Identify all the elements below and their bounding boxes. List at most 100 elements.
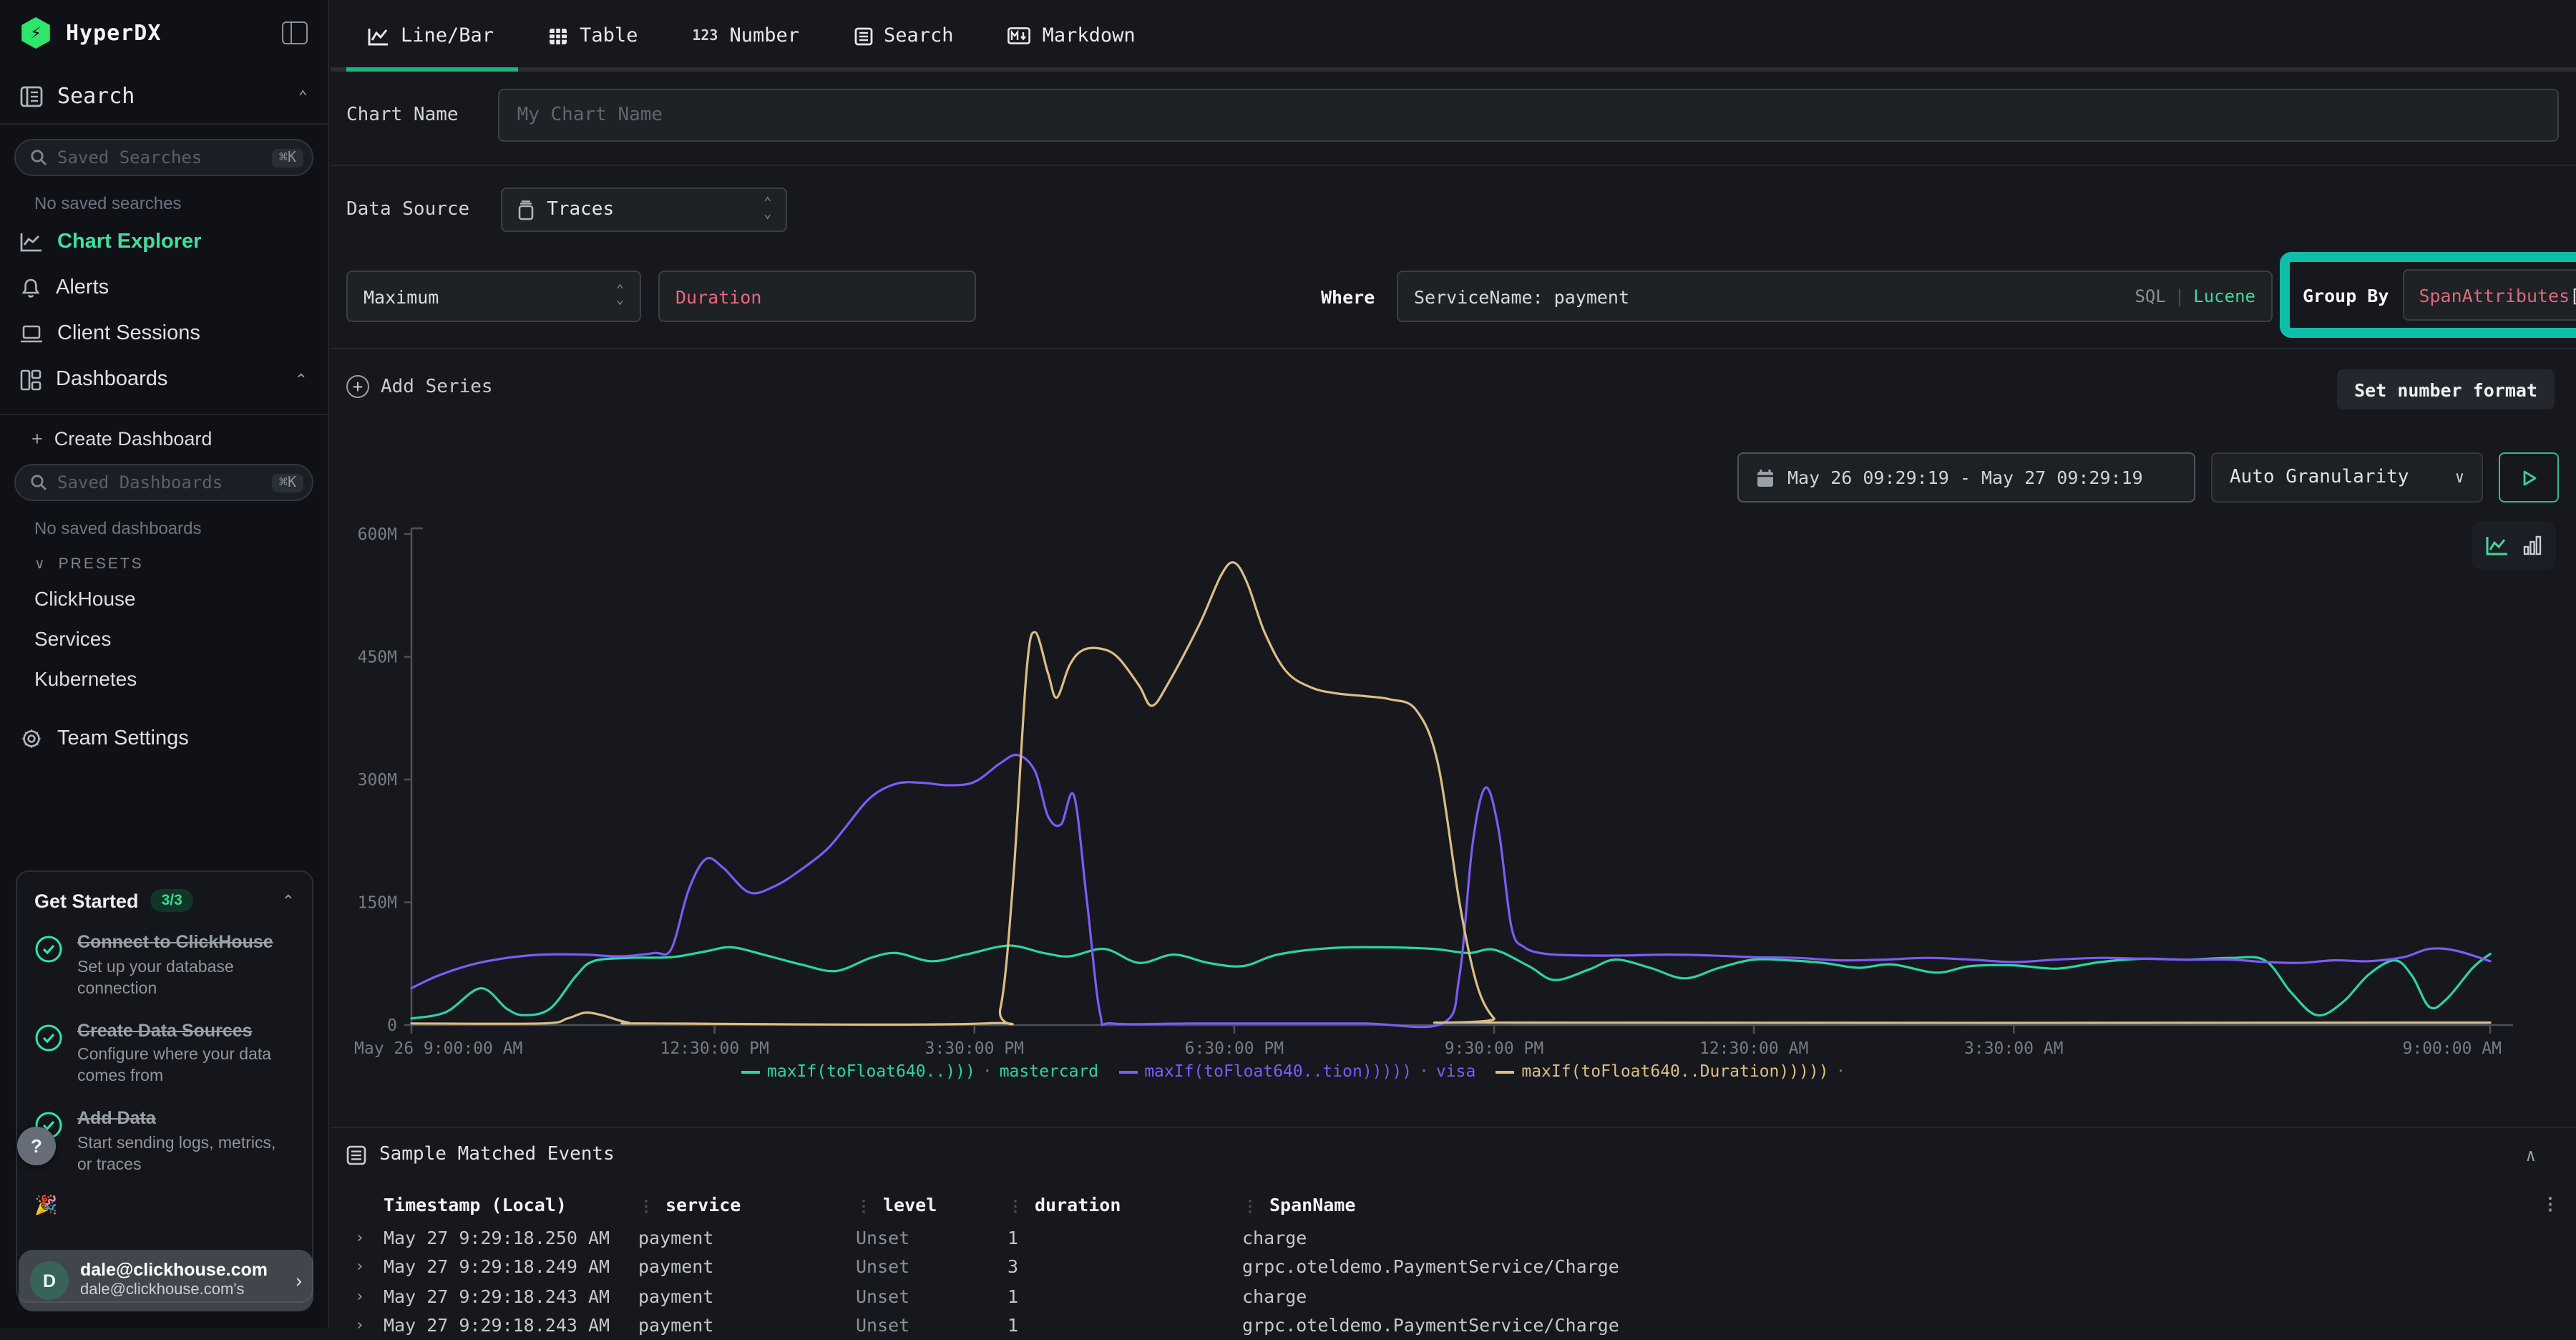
- divider: [331, 348, 2576, 349]
- table-row[interactable]: ›May 27 9:29:18.243 AMpaymentUnset1grpc.…: [346, 1311, 2559, 1340]
- table-row[interactable]: ›May 27 9:29:18.243 AMpaymentUnset1charg…: [346, 1281, 2559, 1311]
- brand-title: HyperDX: [66, 20, 161, 46]
- get-started-title: Get Started: [34, 890, 139, 911]
- svg-text:3:30:00 PM: 3:30:00 PM: [925, 1039, 1024, 1058]
- select-chevrons-icon: ⌃⌄: [616, 286, 624, 307]
- get-started-panel: Get Started 3/3 ⌃ Connect to ClickHouse …: [16, 870, 313, 1303]
- where-label: Where: [1321, 271, 1375, 322]
- table-cell: payment: [638, 1286, 856, 1307]
- data-source-value: Traces: [547, 199, 614, 220]
- preset-services[interactable]: Services: [0, 618, 328, 659]
- chevron-up-icon[interactable]: ⌃: [298, 87, 308, 105]
- user-account-bar[interactable]: D dale@clickhouse.com dale@clickhouse.co…: [19, 1250, 313, 1311]
- tab-table[interactable]: Table: [548, 24, 638, 47]
- get-started-badge: 3/3: [150, 889, 194, 912]
- sidebar-item-team-settings[interactable]: Team Settings: [0, 699, 328, 762]
- get-started-item[interactable]: Add Data Start sending logs, metrics, or…: [34, 1108, 295, 1176]
- search-section-icon: [20, 85, 43, 107]
- data-source-select[interactable]: Traces ⌃⌄: [501, 188, 787, 232]
- collapse-sidebar-icon[interactable]: [282, 21, 308, 44]
- gear-icon: [20, 727, 43, 750]
- column-header[interactable]: Timestamp (Local): [384, 1193, 638, 1215]
- tab-number[interactable]: 123 Number: [692, 24, 799, 47]
- column-header[interactable]: ⋮SpanName: [1242, 1193, 2530, 1215]
- table-cell: May 27 9:29:18.243 AM: [384, 1315, 638, 1336]
- preset-kubernetes[interactable]: Kubernetes: [0, 659, 328, 699]
- get-started-item[interactable]: Create Data Sources Configure where your…: [34, 1020, 295, 1088]
- expand-row-icon[interactable]: ›: [346, 1316, 384, 1335]
- get-started-item-desc: Start sending logs, metrics, or traces: [77, 1133, 295, 1176]
- number-123-icon: 123: [692, 28, 718, 44]
- get-started-item-desc: Set up your database connection: [77, 957, 295, 1000]
- where-input[interactable]: ServiceName: payment SQL|Lucene: [1397, 271, 2273, 322]
- svg-text:0: 0: [387, 1016, 397, 1035]
- tab-line-bar[interactable]: Line/Bar: [368, 24, 494, 47]
- chart-explorer-icon: [20, 232, 43, 252]
- column-header[interactable]: ⋮service: [638, 1193, 856, 1215]
- tab-search[interactable]: Search: [854, 24, 954, 47]
- preset-clickhouse[interactable]: ClickHouse: [0, 578, 328, 618]
- saved-searches-input[interactable]: Saved Searches ⌘K: [14, 139, 313, 176]
- date-range-picker[interactable]: May 26 09:29:19 - May 27 09:29:19: [1737, 452, 2195, 502]
- sidebar-item-dashboards[interactable]: Dashboards ⌃: [0, 356, 328, 402]
- group-by-input[interactable]: SpanAttributes['app.payment.card_type']: [2403, 269, 2576, 321]
- get-started-item-title: Create Data Sources: [77, 1020, 295, 1042]
- tab-markdown[interactable]: Markdown: [1008, 24, 1136, 47]
- get-started-hidden-item: 🎉: [34, 1193, 295, 1216]
- chevron-up-icon[interactable]: ∧: [2526, 1145, 2536, 1165]
- get-started-item[interactable]: Connect to ClickHouse Set up your databa…: [34, 932, 295, 1000]
- legend-item[interactable]: maxIf(toFloat640..)))·mastercard: [741, 1061, 1098, 1081]
- series-line: [411, 563, 2490, 1025]
- bar-chart-toggle-icon[interactable]: [2523, 535, 2542, 555]
- chart-name-label: Chart Name: [346, 105, 459, 126]
- chevron-down-icon: ∨: [2455, 468, 2464, 487]
- expand-row-icon[interactable]: ›: [346, 1228, 384, 1247]
- table-cell: charge: [1242, 1286, 2530, 1307]
- help-button[interactable]: ?: [17, 1127, 56, 1165]
- svg-text:600M: 600M: [358, 525, 397, 544]
- table-cell: grpc.oteldemo.PaymentService/Charge: [1242, 1315, 2530, 1336]
- sidebar-item-label: Dashboards: [56, 368, 167, 391]
- sidebar-item-chart-explorer[interactable]: Chart Explorer: [0, 219, 328, 265]
- table-cell: Unset: [856, 1227, 1008, 1248]
- column-header[interactable]: ⋮duration: [1008, 1193, 1242, 1215]
- dashboards-icon: [20, 369, 42, 390]
- chevron-up-icon[interactable]: ⌃: [295, 370, 308, 389]
- granularity-select[interactable]: Auto Granularity ∨: [2211, 452, 2483, 502]
- lucene-toggle[interactable]: Lucene: [2193, 286, 2255, 306]
- check-circle-icon: [34, 935, 63, 963]
- expand-row-icon[interactable]: ›: [346, 1287, 384, 1306]
- table-row[interactable]: ›May 27 9:29:18.250 AMpaymentUnset1charg…: [346, 1223, 2559, 1252]
- sql-toggle[interactable]: SQL: [2135, 286, 2165, 306]
- table-menu-icon[interactable]: ⋮: [2530, 1194, 2559, 1214]
- field-input[interactable]: Duration: [658, 271, 976, 322]
- chevron-up-icon[interactable]: ⌃: [282, 891, 295, 910]
- sidebar-item-client-sessions[interactable]: Client Sessions: [0, 311, 328, 356]
- run-query-button[interactable]: [2499, 452, 2559, 502]
- no-saved-dashboards-text: No saved dashboards: [0, 501, 328, 544]
- presets-collapse[interactable]: ∨ PRESETS: [0, 544, 328, 578]
- add-series-button[interactable]: + Add Series: [346, 375, 493, 398]
- set-number-format-button[interactable]: Set number format: [2337, 369, 2555, 409]
- svg-text:9:00:00 AM: 9:00:00 AM: [2403, 1039, 2502, 1058]
- aggregation-select[interactable]: Maximum ⌃⌄: [346, 271, 641, 322]
- table-row[interactable]: ›May 27 9:29:18.249 AMpaymentUnset3grpc.…: [346, 1252, 2559, 1281]
- create-dashboard-button[interactable]: +Create Dashboard: [0, 415, 328, 461]
- legend-item[interactable]: maxIf(toFloat640..tion)))))·visa: [1118, 1061, 1475, 1081]
- saved-dashboards-input[interactable]: Saved Dashboards ⌘K: [14, 464, 313, 501]
- svg-text:6:30:00 PM: 6:30:00 PM: [1185, 1039, 1284, 1058]
- chart-name-input[interactable]: My Chart Name: [499, 89, 2559, 142]
- table-cell: 3: [1008, 1256, 1242, 1278]
- column-header[interactable]: ⋮level: [856, 1193, 1008, 1215]
- divider: [0, 123, 328, 125]
- line-chart-toggle-icon[interactable]: [2486, 535, 2509, 555]
- sidebar-item-alerts[interactable]: Alerts: [0, 265, 328, 311]
- expand-row-icon[interactable]: ›: [346, 1258, 384, 1276]
- select-chevrons-icon: ⌃⌄: [763, 200, 771, 220]
- legend-item[interactable]: maxIf(toFloat640..Duration)))))·: [1496, 1061, 1853, 1081]
- sidebar-section-search[interactable]: Search ⌃: [0, 63, 328, 123]
- toggle-divider: |: [2166, 286, 2193, 306]
- series-line: [411, 946, 2490, 1019]
- shortcut-badge: ⌘K: [272, 473, 303, 492]
- table-cell: 1: [1008, 1227, 1242, 1248]
